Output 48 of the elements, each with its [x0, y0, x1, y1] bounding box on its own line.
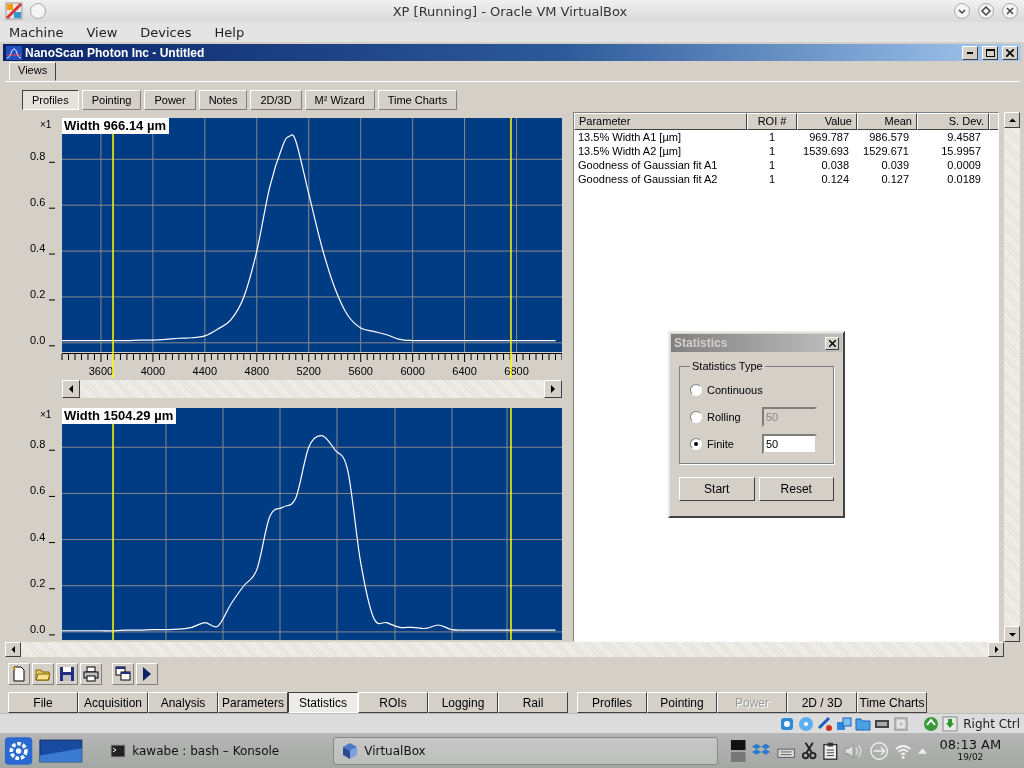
clock-date: 19/02	[957, 752, 984, 763]
table-cell-text: 969.787	[808, 130, 850, 144]
tick-label: 0.0	[30, 333, 46, 346]
scale-label: ×1	[40, 119, 52, 130]
tick-label: 0.8	[30, 438, 46, 451]
tick-label: 5200	[296, 365, 321, 377]
table-cell-text: Goodness of Gaussian fit A2	[577, 172, 719, 186]
tick-label: 0.2	[30, 287, 46, 300]
tick-label: 0.2	[30, 576, 46, 589]
tick-label: 6000	[400, 365, 425, 377]
table-cell-text: Goodness of Gaussian fit A1	[577, 158, 719, 172]
table-cell-text: 13.5% Width A2 [µm]	[577, 144, 682, 158]
table-cell-text: 13.5% Width A1 [µm]	[577, 130, 682, 144]
tick-label: 0.0	[30, 622, 46, 635]
table-cell-text: 1	[767, 158, 777, 172]
tick-label: 4400	[192, 365, 218, 377]
host-key-label: Right Ctrl	[963, 716, 1020, 731]
table-cell-text: 0.0009	[946, 158, 982, 172]
tick-label: 4800	[244, 365, 270, 377]
tick-label: 0.6	[30, 196, 46, 209]
table-cell-text: 0.127	[880, 172, 910, 186]
dialog-title: Statistics	[674, 336, 729, 350]
table-cell-text: 1539.693	[802, 144, 850, 158]
table-cell-text: 0.038	[820, 158, 850, 172]
table-cell-text: 1	[767, 144, 777, 158]
tick-label: 0.4	[30, 530, 46, 543]
table-cell-text: 15.9957	[940, 144, 982, 158]
tick-label: 0.4	[30, 242, 46, 255]
window-title: XP [Running] - Oracle VM VirtualBox	[391, 3, 629, 19]
table-cell-text: 1	[767, 130, 777, 144]
table-cell-text: 986.579	[868, 130, 910, 144]
window-title: NanoScan Photon Inc - Untitled	[25, 45, 206, 60]
tick-label: 6400	[452, 365, 477, 377]
table-cell-text: 1	[767, 172, 777, 186]
table-cell-text: 0.124	[820, 172, 850, 186]
chart-title: Width 966.14 µm	[62, 118, 169, 134]
table-cell-text: 0.039	[880, 158, 910, 172]
clock-time: 08:13 AM	[939, 738, 1002, 753]
table-cell-text: 0.0189	[946, 172, 982, 186]
tick-label: 0.8	[30, 150, 46, 163]
table-cell-text: 9.4587	[946, 130, 982, 144]
chart-title: Width 1504.29 µm	[62, 408, 177, 424]
group-label: Statistics Type	[691, 360, 764, 372]
tick-label: 0.6	[30, 484, 46, 497]
tick-label: 4000	[140, 365, 166, 377]
tick-label: 5600	[348, 365, 373, 377]
scale-label: ×1	[40, 409, 52, 420]
table-cell-text: 1529.671	[862, 144, 910, 158]
